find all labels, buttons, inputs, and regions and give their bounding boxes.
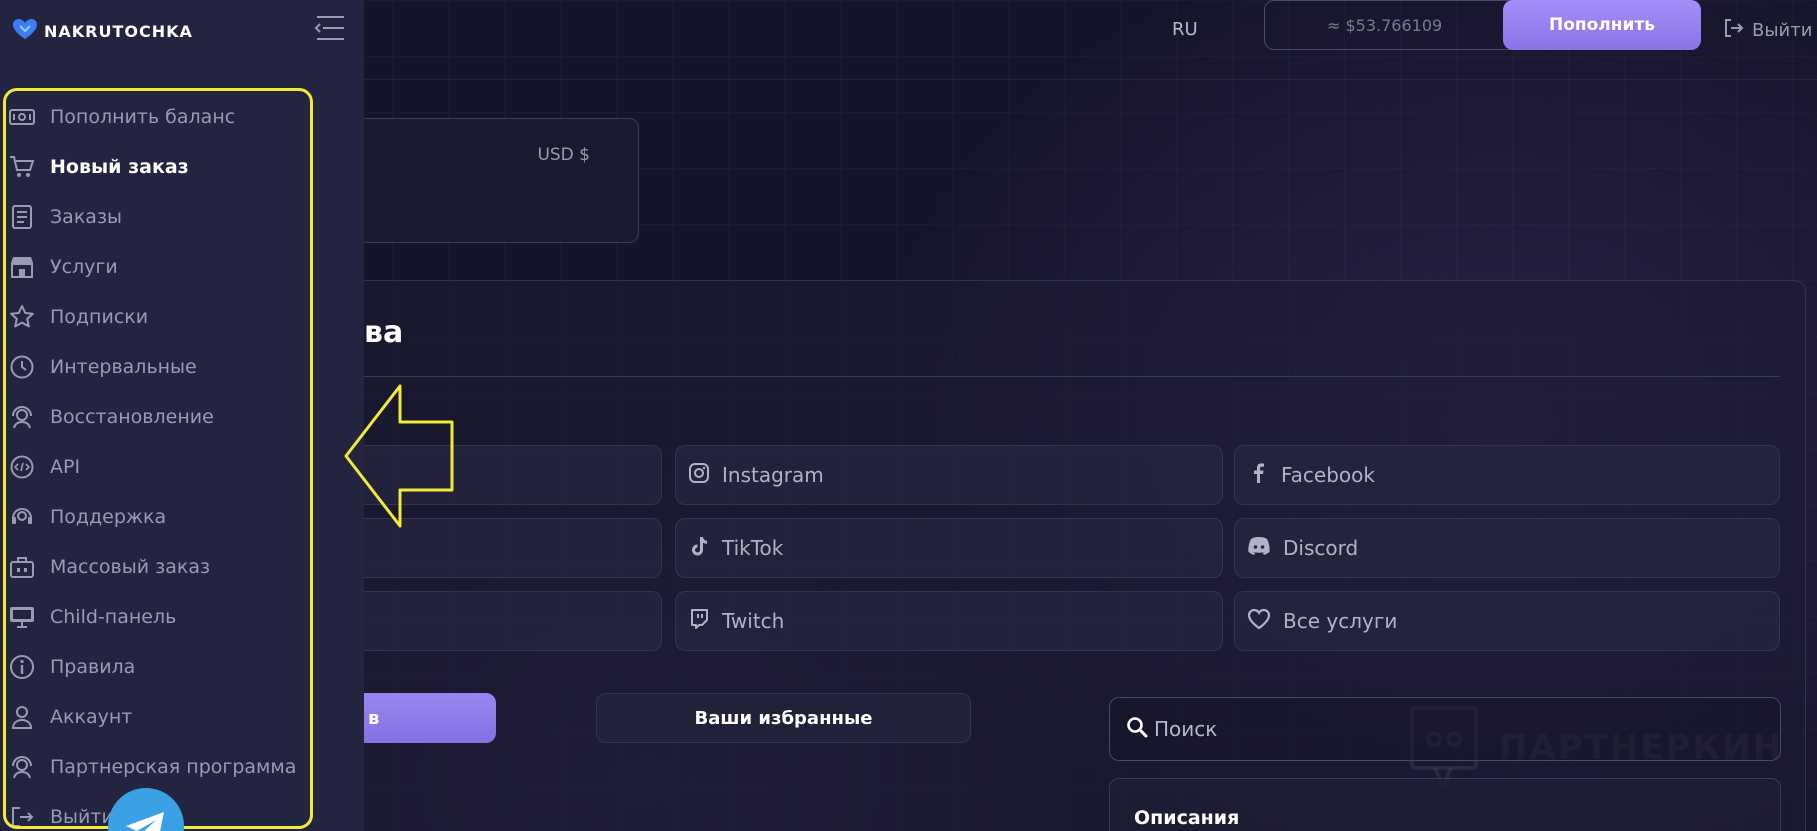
divider — [364, 376, 1780, 377]
currency-label: USD $ — [537, 145, 590, 165]
search-icon — [1126, 716, 1148, 743]
category-button-twitch[interactable]: Twitch — [675, 591, 1223, 651]
services-button[interactable]: в — [364, 693, 496, 743]
category-button-instagram[interactable]: Instagram — [675, 445, 1223, 505]
favorites-button-label: Ваши избранные — [694, 707, 873, 729]
category-label: Instagram — [722, 463, 824, 487]
facebook-icon — [1247, 462, 1269, 489]
balance-value: ≈ $53.766109 — [1327, 15, 1443, 35]
instagram-icon — [688, 462, 710, 489]
category-label: Discord — [1283, 536, 1359, 560]
category-button-discord[interactable]: Discord — [1234, 518, 1780, 578]
favorites-button[interactable]: Ваши избранные — [596, 693, 971, 743]
discord-icon — [1247, 535, 1271, 562]
heart-icon — [1247, 608, 1271, 635]
twitch-icon — [688, 608, 710, 635]
category-button-facebook[interactable]: Facebook — [1234, 445, 1780, 505]
currency-card[interactable]: USD $ — [364, 118, 639, 243]
category-label: Facebook — [1281, 463, 1375, 487]
tiktok-icon — [688, 535, 710, 562]
menu-toggle-icon[interactable] — [313, 14, 345, 42]
topup-button[interactable]: Пополнить — [1503, 0, 1701, 50]
category-label: Все услуги — [1283, 609, 1398, 633]
new-order-panel: ва Instagram Facebook TikTok Discord Twi… — [364, 280, 1806, 831]
logo[interactable]: NAKRUTOCHKA — [12, 18, 193, 44]
search-placeholder: Поиск — [1154, 717, 1218, 741]
logout-label: Выйти — [1752, 20, 1813, 41]
category-button-hidden-3[interactable] — [364, 591, 662, 651]
logout-icon — [1722, 17, 1744, 44]
category-button-tiktok[interactable]: TikTok — [675, 518, 1223, 578]
heart-logo-icon — [12, 18, 38, 44]
topup-button-label: Пополнить — [1548, 15, 1656, 35]
telegram-button[interactable] — [108, 788, 184, 831]
search-input[interactable]: Поиск — [1109, 697, 1781, 761]
category-button-all-services[interactable]: Все услуги — [1234, 591, 1780, 651]
language-switcher[interactable]: RU — [1172, 19, 1198, 40]
services-button-label: в — [368, 707, 380, 729]
category-label: Twitch — [722, 609, 785, 633]
panel-title: ва — [364, 315, 404, 350]
description-title: Описания — [1134, 807, 1240, 829]
highlight-annotation — [3, 88, 313, 829]
arrow-annotation-icon — [344, 384, 454, 528]
balance-display: ≈ $53.766109 — [1264, 0, 1544, 50]
logout-button[interactable]: Выйти — [1722, 17, 1812, 44]
sidebar: NAKRUTOCHKA Пополнить баланс Новый заказ… — [0, 0, 364, 831]
description-card: Описания — [1109, 778, 1781, 831]
category-label: TikTok — [722, 536, 784, 560]
brand-name: NAKRUTOCHKA — [44, 21, 193, 41]
